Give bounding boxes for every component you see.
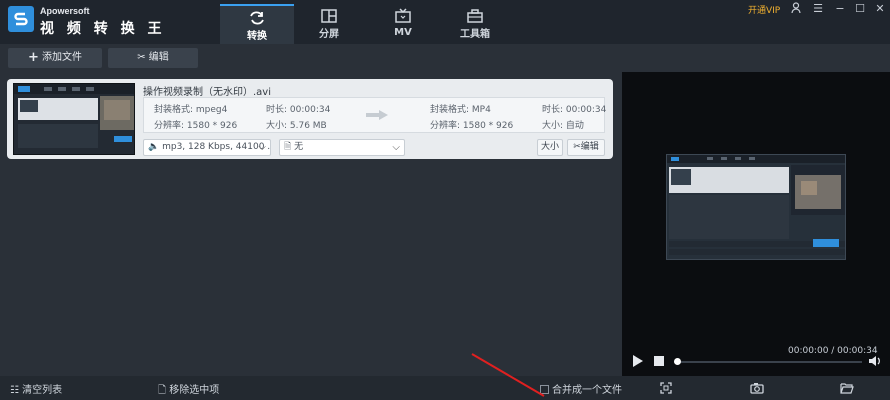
tv-icon	[395, 8, 411, 23]
source-size: 大小: 5.76 MB	[266, 121, 327, 131]
audio-track-value: mp3, 128 Kbps, 44100 ...	[162, 142, 271, 152]
volume-icon[interactable]	[868, 354, 882, 368]
refresh-icon	[250, 11, 264, 25]
tab-label: 转换	[247, 31, 267, 42]
subtitle-value: 无	[294, 142, 304, 152]
remove-selected-button[interactable]: 🗋 移除选中项	[158, 381, 219, 400]
scissors-icon: ✂	[137, 52, 146, 63]
tab-label: MV	[394, 27, 412, 38]
source-format: 封装格式: mpeg4	[154, 105, 228, 115]
play-icon[interactable]	[632, 354, 644, 368]
minimize-icon[interactable]: −	[833, 2, 847, 16]
camera-icon[interactable]	[750, 382, 764, 394]
bottom-bar: ☷ 清空列表 🗋 移除选中项 合并成一个文件	[0, 376, 890, 400]
output-resolution: 分辨率: 1580 * 926	[430, 121, 514, 131]
red-pointer-arrow	[471, 353, 545, 397]
tab-mv[interactable]: MV	[366, 4, 440, 44]
file-info-box: 封装格式: mpeg4 时长: 00:00:34 分辨率: 1580 * 926…	[143, 97, 607, 133]
brand-name-small: Apowersoft	[40, 6, 90, 16]
menu-icon[interactable]: ☰	[811, 2, 825, 16]
merge-label: 合并成一个文件	[552, 385, 622, 396]
player-controls: 00:00:00 / 00:00:34	[622, 346, 890, 376]
file-name: 操作视频录制（无水印）.avi	[143, 87, 272, 98]
title-bar: Apowersoft 视 频 转 换 王 转换 分屏 MV 工具箱 开通VIP …	[0, 0, 890, 44]
close-icon[interactable]: ✕	[873, 2, 887, 16]
subtitle-select[interactable]: 🗎 无 ⌵	[279, 139, 405, 156]
remove-selected-label: 移除选中项	[169, 385, 220, 396]
arrow-right-icon	[366, 110, 388, 120]
add-file-button[interactable]: + 添加文件	[8, 48, 102, 68]
app-logo	[8, 6, 34, 32]
maximize-icon[interactable]: ☐	[853, 2, 867, 16]
clear-list-label: 清空列表	[22, 385, 63, 396]
tab-label: 工具箱	[460, 29, 490, 40]
item-edit-button[interactable]: ✂编辑	[567, 139, 605, 156]
source-duration: 时长: 00:00:34	[266, 105, 331, 115]
seek-bar[interactable]	[674, 361, 862, 363]
split-screen-icon	[321, 9, 337, 23]
output-size: 大小: 自动	[542, 121, 584, 131]
edit-button[interactable]: ✂ 编辑	[108, 48, 198, 68]
tab-split-screen[interactable]: 分屏	[292, 4, 366, 44]
time-readout: 00:00:00 / 00:00:34	[788, 346, 878, 356]
user-icon[interactable]	[789, 2, 803, 16]
chevron-down-icon: ⌵	[258, 142, 266, 153]
seek-handle[interactable]	[674, 358, 681, 365]
size-button[interactable]: 大小	[537, 139, 563, 156]
screenshot-frame-icon[interactable]	[660, 382, 672, 394]
chevron-down-icon: ⌵	[392, 142, 400, 153]
audio-track-select[interactable]: 🔈 mp3, 128 Kbps, 44100 ... ⌵	[143, 139, 271, 156]
app-title: 视 频 转 换 王	[40, 21, 166, 37]
folder-open-icon[interactable]	[840, 382, 854, 394]
stop-icon[interactable]	[654, 356, 664, 366]
toolbox-icon	[467, 9, 483, 23]
video-preview	[622, 72, 890, 376]
video-thumbnail	[13, 83, 135, 155]
toolbar: + 添加文件 ✂ 编辑	[0, 44, 622, 72]
item-edit-label: 编辑	[580, 142, 599, 152]
file-list: 操作视频录制（无水印）.avi 封装格式: mpeg4 时长: 00:00:34…	[0, 72, 622, 376]
tab-label: 分屏	[319, 29, 339, 40]
tab-toolbox[interactable]: 工具箱	[438, 4, 512, 44]
edit-label: 编辑	[148, 52, 169, 63]
plus-icon: +	[27, 50, 39, 65]
clear-list-button[interactable]: ☷ 清空列表	[10, 381, 62, 396]
tab-convert[interactable]: 转换	[220, 4, 294, 44]
scissors-icon: ✂	[573, 142, 581, 152]
subtitle-icon: 🗎	[284, 142, 292, 152]
vip-link[interactable]: 开通VIP	[748, 3, 780, 16]
source-resolution: 分辨率: 1580 * 926	[154, 121, 238, 131]
preview-frame	[666, 154, 846, 260]
list-icon: ☷	[10, 385, 19, 396]
speaker-icon: 🔈	[148, 142, 160, 152]
output-duration: 时长: 00:00:34	[542, 105, 607, 115]
output-format: 封装格式: MP4	[430, 105, 491, 115]
add-file-label: 添加文件	[42, 52, 83, 63]
file-item[interactable]: 操作视频录制（无水印）.avi 封装格式: mpeg4 时长: 00:00:34…	[7, 79, 613, 159]
remove-file-icon: 🗋	[158, 385, 167, 396]
merge-checkbox[interactable]: 合并成一个文件	[540, 381, 622, 396]
